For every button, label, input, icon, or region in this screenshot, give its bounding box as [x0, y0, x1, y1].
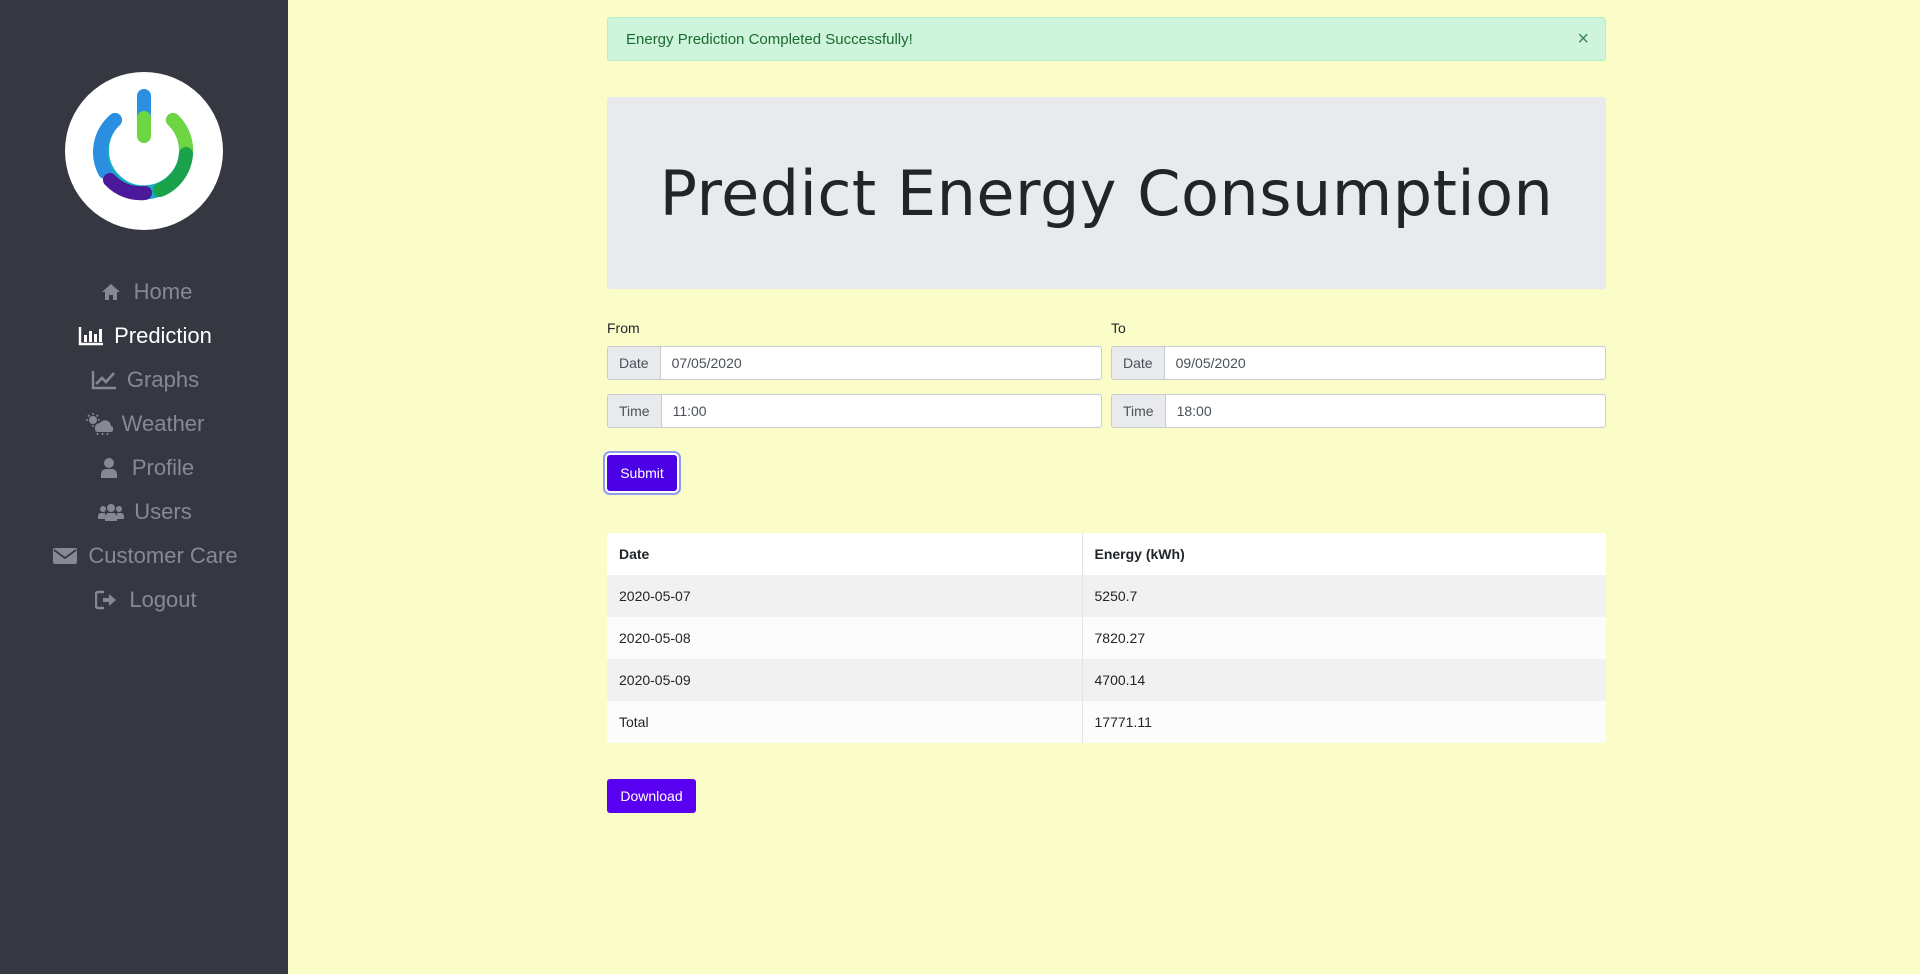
- power-logo-icon[interactable]: [65, 72, 223, 230]
- submit-button[interactable]: Submit: [607, 455, 677, 491]
- table-row: 2020-05-08 7820.27: [607, 617, 1606, 659]
- download-button[interactable]: Download: [607, 779, 696, 813]
- sidebar-item-label: Logout: [129, 587, 197, 612]
- home-icon: [96, 281, 126, 303]
- sidebar-item-label: Customer Care: [88, 543, 238, 568]
- envelope-icon: [50, 545, 80, 567]
- column-header-energy: Energy (kWh): [1081, 533, 1606, 575]
- sidebar-item-graphs[interactable]: Graphs: [0, 358, 288, 402]
- user-icon: [94, 457, 124, 479]
- from-time-input[interactable]: [661, 395, 1101, 427]
- sidebar-item-label: Users: [134, 499, 192, 524]
- from-date-addon: Date: [608, 347, 661, 379]
- to-time-input[interactable]: [1165, 395, 1605, 427]
- date-cell: 2020-05-07: [607, 575, 1082, 617]
- sidebar-item-prediction[interactable]: Prediction: [0, 314, 288, 358]
- from-time-addon: Time: [608, 395, 662, 427]
- sidebar-item-logout[interactable]: Logout: [0, 578, 288, 622]
- bar-chart-icon: [76, 325, 106, 347]
- to-date-group: Date: [1111, 346, 1606, 380]
- total-energy-cell: 17771.11: [1081, 701, 1606, 743]
- to-date-input[interactable]: [1164, 347, 1605, 379]
- column-header-date: Date: [607, 533, 1082, 575]
- table-row: 2020-05-07 5250.7: [607, 575, 1606, 617]
- page-header: Predict Energy Consumption: [607, 97, 1606, 289]
- sidebar-item-users[interactable]: Users: [0, 490, 288, 534]
- sidebar-item-home[interactable]: Home: [0, 270, 288, 314]
- to-time-addon: Time: [1112, 395, 1166, 427]
- from-time-group: Time: [607, 394, 1102, 428]
- close-icon[interactable]: ×: [1577, 28, 1589, 50]
- sidebar-item-label: Weather: [121, 411, 205, 436]
- date-cell: 2020-05-08: [607, 617, 1082, 659]
- to-time-group: Time: [1111, 394, 1606, 428]
- results-table: Date Energy (kWh) 2020-05-07 5250.7 2020…: [607, 533, 1606, 743]
- table-row: 2020-05-09 4700.14: [607, 659, 1606, 701]
- sidebar-item-customer-care[interactable]: Customer Care: [0, 534, 288, 578]
- date-cell: 2020-05-09: [607, 659, 1082, 701]
- sidebar-item-profile[interactable]: Profile: [0, 446, 288, 490]
- energy-cell: 4700.14: [1081, 659, 1606, 701]
- sidebar: Home Prediction Graphs Weather Profile U…: [0, 0, 288, 974]
- energy-cell: 7820.27: [1081, 617, 1606, 659]
- sidebar-item-label: Profile: [131, 455, 195, 480]
- sidebar-item-label: Home: [133, 279, 193, 304]
- sign-out-icon: [91, 589, 121, 611]
- from-label: From: [607, 320, 640, 336]
- to-date-addon: Date: [1112, 347, 1165, 379]
- sidebar-item-label: Graphs: [126, 367, 200, 392]
- alert-message: Energy Prediction Completed Successfully…: [626, 30, 913, 48]
- page-title: Predict Energy Consumption: [659, 156, 1554, 230]
- from-date-group: Date: [607, 346, 1102, 380]
- weather-icon: [84, 413, 114, 435]
- sidebar-item-weather[interactable]: Weather: [0, 402, 288, 446]
- sidebar-item-label: Prediction: [114, 323, 212, 348]
- total-label-cell: Total: [607, 701, 1082, 743]
- total-row: Total 17771.11: [607, 701, 1606, 743]
- line-chart-icon: [89, 369, 119, 391]
- sidebar-nav: Home Prediction Graphs Weather Profile U…: [0, 270, 288, 622]
- success-alert: Energy Prediction Completed Successfully…: [607, 17, 1606, 61]
- to-label: To: [1111, 320, 1126, 336]
- energy-cell: 5250.7: [1081, 575, 1606, 617]
- users-icon: [96, 501, 126, 523]
- from-date-input[interactable]: [660, 347, 1101, 379]
- table-header-row: Date Energy (kWh): [607, 533, 1606, 575]
